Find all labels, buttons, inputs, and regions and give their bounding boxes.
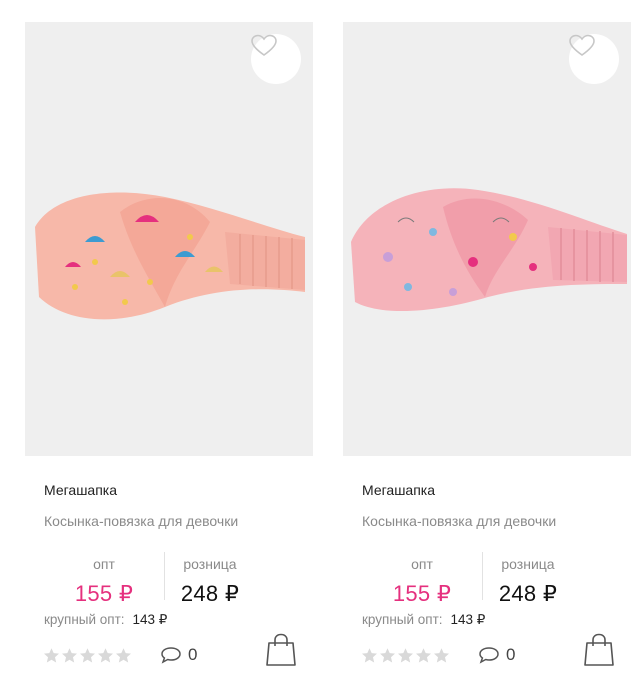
star-icon[interactable]	[43, 647, 60, 664]
star-icon[interactable]	[379, 647, 396, 664]
comments-link[interactable]: 0	[160, 645, 197, 665]
retail-price: 248 ₽	[498, 581, 558, 606]
product-title[interactable]: Косынка-повязка для девочки	[44, 513, 238, 529]
shopping-bag-icon	[266, 633, 296, 666]
bulk-price-line: крупный опт: 143 ₽	[44, 612, 167, 628]
star-icon[interactable]	[61, 647, 78, 664]
add-to-cart-button[interactable]	[265, 632, 297, 668]
shopping-bag-icon	[584, 633, 614, 666]
bulk-price: 143 ₽	[450, 612, 486, 627]
headband-illustration	[351, 188, 627, 312]
product-title[interactable]: Косынка-повязка для девочки	[362, 513, 556, 529]
wholesale-price: 155 ₽	[74, 581, 134, 606]
star-icon[interactable]	[79, 647, 96, 664]
heart-outline-icon	[569, 34, 595, 56]
rating-stars[interactable]	[361, 647, 450, 664]
favorite-button[interactable]	[569, 34, 619, 84]
add-to-cart-button[interactable]	[583, 632, 615, 668]
product-brand[interactable]: Мегашапка	[44, 482, 117, 498]
wholesale-price: 155 ₽	[392, 581, 452, 606]
retail-price: 248 ₽	[180, 581, 240, 606]
star-icon[interactable]	[361, 647, 378, 664]
comments-link[interactable]: 0	[478, 645, 515, 665]
comments-count: 0	[188, 645, 198, 664]
bulk-label: крупный опт:	[44, 612, 125, 627]
bulk-label: крупный опт:	[362, 612, 443, 627]
product-card[interactable]: Мегашапка Косынка-повязка для девочки оп…	[318, 0, 636, 687]
star-icon[interactable]	[97, 647, 114, 664]
comments-count: 0	[506, 645, 516, 664]
product-image[interactable]	[343, 22, 631, 456]
retail-label: розница	[183, 556, 237, 572]
star-icon[interactable]	[115, 647, 132, 664]
star-icon[interactable]	[397, 647, 414, 664]
speech-bubble-icon	[479, 647, 499, 664]
product-image[interactable]	[25, 22, 313, 456]
speech-bubble-icon	[161, 647, 181, 664]
wholesale-price-block: опт 155 ₽	[362, 556, 482, 607]
headband-illustration	[35, 192, 305, 320]
star-icon[interactable]	[415, 647, 432, 664]
retail-price-block: розница 248 ₽	[150, 556, 270, 607]
bulk-price-line: крупный опт: 143 ₽	[362, 612, 485, 628]
retail-price-block: розница 248 ₽	[468, 556, 588, 607]
heart-outline-icon	[251, 34, 277, 56]
wholesale-price-block: опт 155 ₽	[44, 556, 164, 607]
rating-stars[interactable]	[43, 647, 132, 664]
wholesale-label: опт	[93, 556, 115, 572]
product-brand[interactable]: Мегашапка	[362, 482, 435, 498]
favorite-button[interactable]	[251, 34, 301, 84]
wholesale-label: опт	[411, 556, 433, 572]
star-icon[interactable]	[433, 647, 450, 664]
product-card[interactable]: Мегашапка Косынка-повязка для девочки оп…	[0, 0, 318, 687]
retail-label: розница	[501, 556, 555, 572]
bulk-price: 143 ₽	[132, 612, 168, 627]
